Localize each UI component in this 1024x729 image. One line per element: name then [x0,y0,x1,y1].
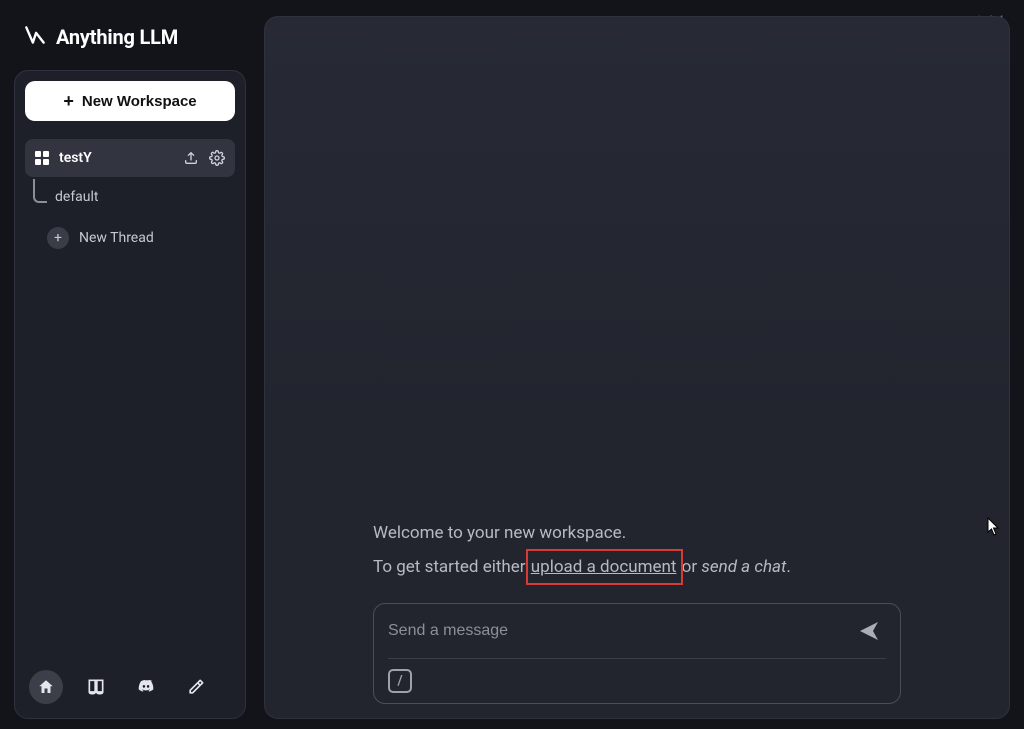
plus-icon: + [47,227,69,249]
gear-icon[interactable] [209,150,225,166]
plus-icon: + [63,92,74,110]
chat-panel: Welcome to your new workspace. To get st… [264,16,1010,719]
composer-divider [388,658,886,659]
brand: Anything LLM [14,16,246,70]
get-started-pre: To get started either [373,557,530,577]
docs-button[interactable] [79,670,113,704]
message-composer: / [373,603,901,704]
send-chat-text: send a chat [701,557,786,577]
anythingllm-logo [22,22,48,52]
workspace-name: testY [59,150,92,166]
new-thread-button[interactable]: + New Thread [25,213,235,255]
message-input[interactable] [388,614,842,648]
workspace-item-testy[interactable]: testY [25,139,235,177]
slash-command-button[interactable]: / [388,669,412,693]
sidebar: + New Workspace testY [14,70,246,719]
send-button[interactable] [852,614,886,648]
welcome-text: Welcome to your new workspace. [373,523,901,543]
upload-document-link[interactable]: upload a document [530,555,678,579]
new-workspace-label: New Workspace [82,93,197,110]
home-button[interactable] [29,670,63,704]
brand-text: Anything LLM [56,25,178,49]
discord-button[interactable] [129,670,163,704]
new-thread-label: New Thread [79,230,154,246]
thread-branch-line [33,179,47,203]
thread-label: default [55,189,99,205]
grid-icon [35,151,49,165]
upload-icon[interactable] [183,150,199,166]
thread-item-default[interactable]: default [25,179,235,211]
settings-button[interactable] [179,670,213,704]
new-workspace-button[interactable]: + New Workspace [25,81,235,121]
get-started-mid: or [677,557,701,577]
get-started-text: To get started either upload a document … [373,557,901,577]
get-started-post: . [786,557,790,577]
